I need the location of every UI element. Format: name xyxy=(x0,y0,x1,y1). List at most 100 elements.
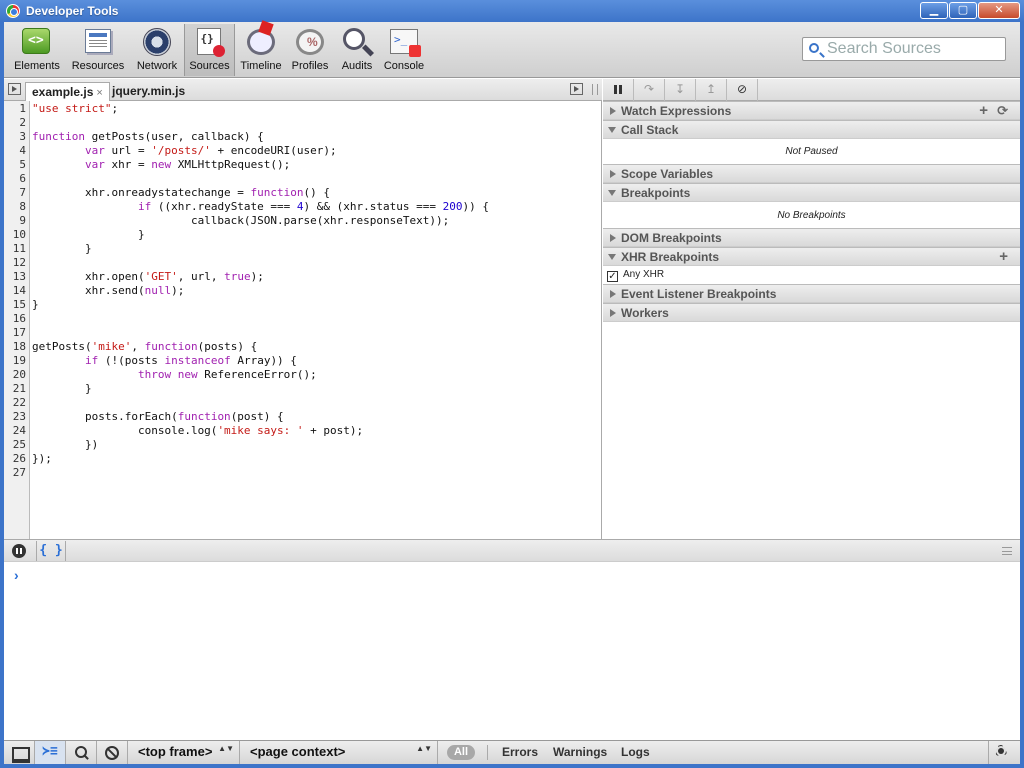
line-number[interactable]: 16 xyxy=(4,312,26,326)
step-into-button[interactable]: ↧ xyxy=(665,79,696,101)
close-window-button[interactable]: ✕ xyxy=(978,2,1020,19)
code-line[interactable]: 11 } xyxy=(4,242,601,256)
any-xhr-checkbox[interactable]: ✓ xyxy=(607,271,618,282)
add-watch-icon[interactable]: + xyxy=(979,102,988,119)
code-line[interactable]: 5 var xhr = new XMLHttpRequest(); xyxy=(4,158,601,172)
toggle-debugger-icon[interactable] xyxy=(570,83,583,95)
refresh-watch-icon[interactable]: ⟳ xyxy=(997,103,1008,119)
panel-timeline[interactable]: Timeline xyxy=(238,24,284,76)
add-xhr-breakpoint-icon[interactable]: + xyxy=(999,248,1008,265)
show-navigator-icon[interactable] xyxy=(8,83,21,95)
code-line[interactable]: 9 callback(JSON.parse(xhr.responseText))… xyxy=(4,214,601,228)
any-xhr-row[interactable]: ✓ Any XHR xyxy=(607,269,664,282)
line-number[interactable]: 5 xyxy=(4,158,26,172)
code-line[interactable]: 3 function getPosts(user, callback) { xyxy=(4,130,601,144)
step-over-button[interactable]: ↷ xyxy=(634,79,665,101)
maximize-button[interactable]: ▢ xyxy=(949,2,977,19)
line-number[interactable]: 1 xyxy=(4,102,26,116)
line-number[interactable]: 13 xyxy=(4,270,26,284)
settings-gear-icon[interactable] xyxy=(988,741,1016,764)
search-sources-input[interactable] xyxy=(827,39,1002,59)
panel-console[interactable]: Console xyxy=(381,24,427,76)
code-line[interactable]: 20 throw new ReferenceError(); xyxy=(4,368,601,382)
pane-watch-expressions[interactable]: Watch Expressions + ⟳ xyxy=(603,101,1020,120)
pane-dom-breakpoints[interactable]: DOM Breakpoints xyxy=(603,228,1020,247)
line-number[interactable]: 19 xyxy=(4,354,26,368)
close-tab-icon[interactable]: × xyxy=(96,87,102,99)
pause-script-button[interactable] xyxy=(603,79,634,101)
code-line[interactable]: 21 } xyxy=(4,382,601,396)
pane-breakpoints[interactable]: Breakpoints xyxy=(603,183,1020,202)
line-number[interactable]: 12 xyxy=(4,256,26,270)
line-number[interactable]: 14 xyxy=(4,284,26,298)
filter-errors-button[interactable]: Errors xyxy=(502,745,538,759)
code-line[interactable]: 25 }) xyxy=(4,438,601,452)
filter-warnings-button[interactable]: Warnings xyxy=(553,745,607,759)
step-out-button[interactable]: ↥ xyxy=(696,79,727,101)
code-line[interactable]: 15} xyxy=(4,298,601,312)
line-number[interactable]: 4 xyxy=(4,144,26,158)
line-number[interactable]: 18 xyxy=(4,340,26,354)
pane-workers[interactable]: Workers xyxy=(603,303,1020,322)
code-line[interactable]: 4 var url = '/posts/' + encodeURI(user); xyxy=(4,144,601,158)
code-line[interactable]: 12 xyxy=(4,256,601,270)
code-line[interactable]: 6 xyxy=(4,172,601,186)
pane-xhr-breakpoints[interactable]: XHR Breakpoints + xyxy=(603,247,1020,266)
deactivate-breakpoints-button[interactable]: ⊘ xyxy=(727,79,758,101)
panel-network[interactable]: Network xyxy=(132,24,182,76)
line-number[interactable]: 25 xyxy=(4,438,26,452)
line-number[interactable]: 8 xyxy=(4,200,26,214)
panel-sources[interactable]: Sources xyxy=(184,24,235,76)
clear-console-button[interactable] xyxy=(97,741,128,764)
context-selector[interactable]: <page context> ▲▼ xyxy=(240,741,438,764)
pretty-print-button[interactable]: { } xyxy=(36,541,66,561)
code-line[interactable]: 7 xhr.onreadystatechange = function() { xyxy=(4,186,601,200)
pane-scope-variables[interactable]: Scope Variables xyxy=(603,164,1020,183)
frame-selector[interactable]: <top frame> ▲▼ xyxy=(128,741,240,764)
line-number[interactable]: 2 xyxy=(4,116,26,130)
line-number[interactable]: 20 xyxy=(4,368,26,382)
show-console-button[interactable]: ≻≡ xyxy=(35,741,66,764)
line-number[interactable]: 26 xyxy=(4,452,26,466)
line-number[interactable]: 23 xyxy=(4,410,26,424)
code-line[interactable]: 16 xyxy=(4,312,601,326)
pane-event-listener-breakpoints[interactable]: Event Listener Breakpoints xyxy=(603,284,1020,303)
code-line[interactable]: 23 posts.forEach(function(post) { xyxy=(4,410,601,424)
pause-on-exceptions-icon[interactable] xyxy=(12,544,26,558)
filter-logs-button[interactable]: Logs xyxy=(621,745,650,759)
line-number[interactable]: 22 xyxy=(4,396,26,410)
code-line[interactable]: 17 xyxy=(4,326,601,340)
code-line[interactable]: 27 xyxy=(4,466,601,480)
line-number[interactable]: 3 xyxy=(4,130,26,144)
code-line[interactable]: 1 "use strict"; xyxy=(4,102,601,116)
console-drawer[interactable]: › xyxy=(4,562,1020,740)
line-number[interactable]: 9 xyxy=(4,214,26,228)
line-number[interactable]: 10 xyxy=(4,228,26,242)
line-number[interactable]: 27 xyxy=(4,466,26,480)
code-line[interactable]: 19 if (!(posts instanceof Array)) { xyxy=(4,354,601,368)
line-number[interactable]: 7 xyxy=(4,186,26,200)
code-line[interactable]: 14 xhr.send(null); xyxy=(4,284,601,298)
line-number[interactable]: 21 xyxy=(4,382,26,396)
panel-profiles[interactable]: Profiles xyxy=(288,24,332,76)
code-line[interactable]: 2 xyxy=(4,116,601,130)
line-number[interactable]: 6 xyxy=(4,172,26,186)
pane-call-stack[interactable]: Call Stack xyxy=(603,120,1020,139)
filter-all-button[interactable]: All xyxy=(447,745,475,760)
tab-jquery-min-js[interactable]: jquery.min.js xyxy=(106,82,191,101)
panel-audits[interactable]: Audits xyxy=(337,24,377,76)
line-number[interactable]: 11 xyxy=(4,242,26,256)
code-line[interactable]: 8 if ((xhr.readyState === 4) && (xhr.sta… xyxy=(4,200,601,214)
tab-example-js[interactable]: example.js × xyxy=(25,82,110,101)
drawer-menu-icon[interactable] xyxy=(1002,547,1012,555)
code-editor[interactable]: 1 "use strict"; 2 3 function getPosts(user, … xyxy=(4,101,602,539)
search-button[interactable] xyxy=(66,741,97,764)
code-line[interactable]: 26}); xyxy=(4,452,601,466)
code-line[interactable]: 22 xyxy=(4,396,601,410)
dock-to-main-window-button[interactable] xyxy=(4,741,35,764)
code-line[interactable]: 24 console.log('mike says: ' + post); xyxy=(4,424,601,438)
line-number[interactable]: 17 xyxy=(4,326,26,340)
code-line[interactable]: 10 } xyxy=(4,228,601,242)
code-line[interactable]: 13 xhr.open('GET', url, true); xyxy=(4,270,601,284)
resize-grip-icon[interactable] xyxy=(592,84,598,95)
